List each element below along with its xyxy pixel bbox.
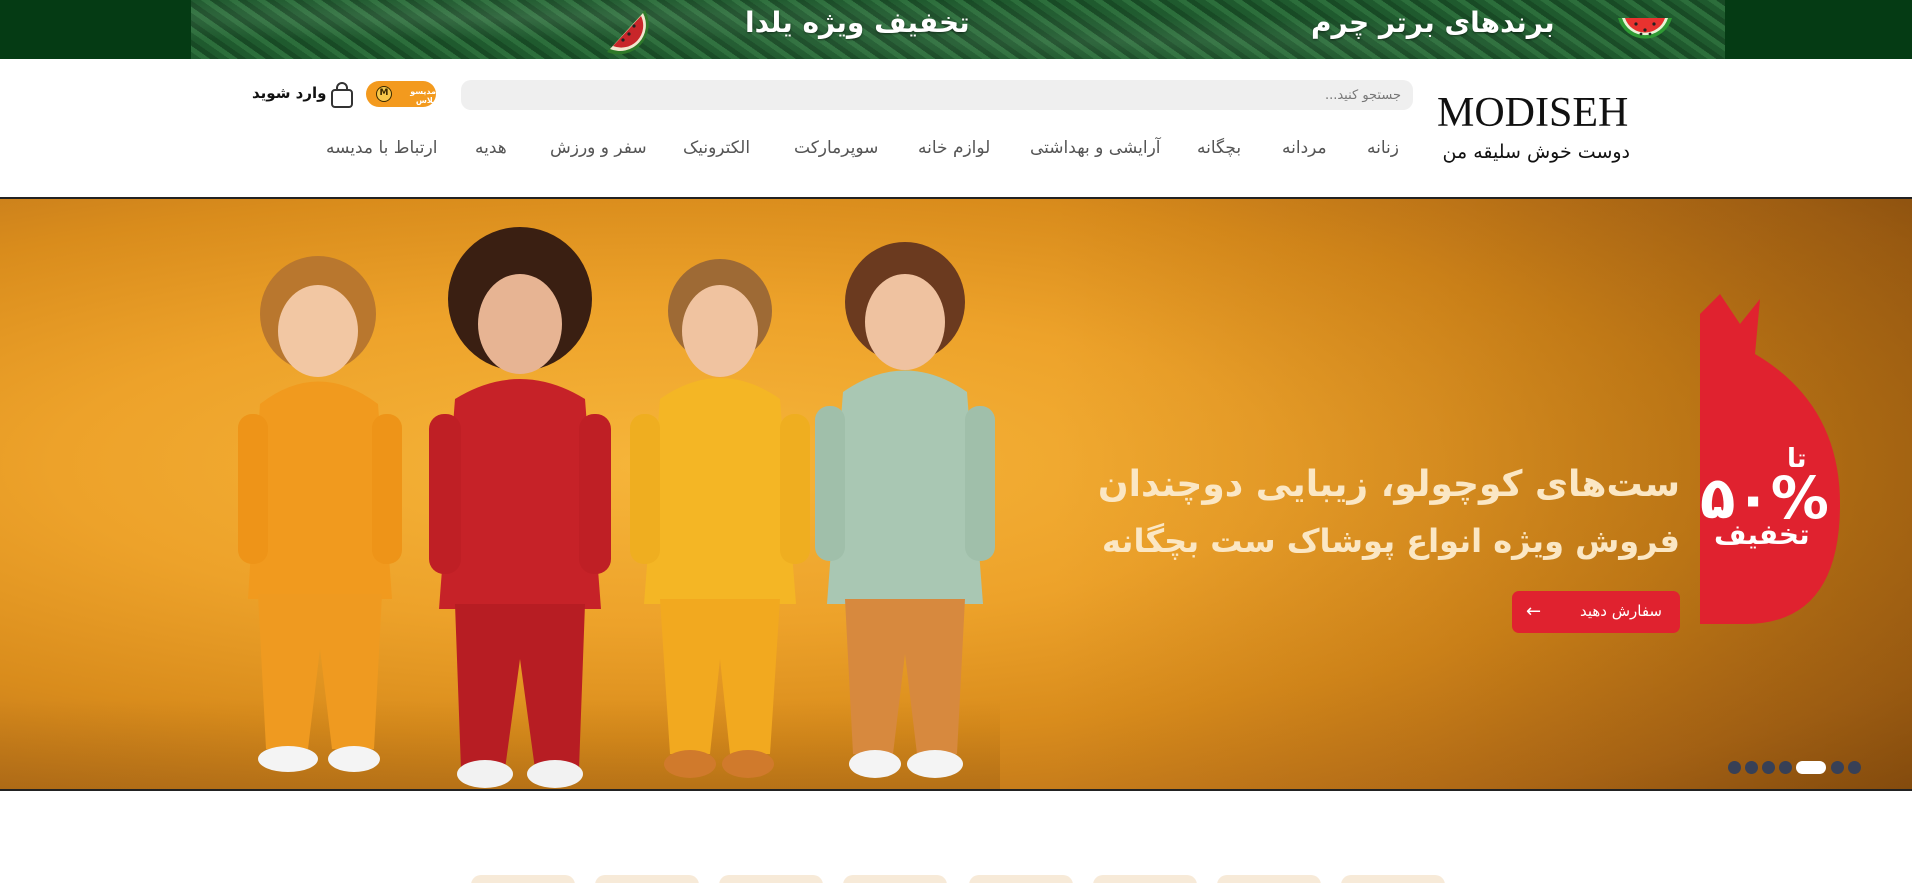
slider-dot[interactable] [1745, 761, 1758, 774]
login-link[interactable]: وارد شوید [252, 84, 326, 102]
nav-item-women[interactable]: زنانه [1367, 138, 1399, 158]
kid-yellow-image [630, 259, 810, 778]
watermelon-icon [1618, 18, 1672, 39]
promo-text-yalda: تخفیف ویژه یلدا [745, 6, 970, 39]
site-tagline: دوست خوش سلیقه من [1442, 141, 1630, 163]
hero-slider[interactable]: تا ۵۰% تخفیف ست‌های کوچولو، زیبایی دوچند… [0, 199, 1912, 791]
slider-dot[interactable] [1848, 761, 1861, 774]
nav-item-supermarket[interactable]: سوپرمارکت [794, 138, 878, 158]
category-thumb[interactable] [719, 875, 823, 883]
site-logo[interactable]: MODISEH [1437, 89, 1632, 136]
nav-item-electronics[interactable]: الکترونیک [683, 138, 750, 158]
promo-banner-image: برندهای برتر چرم تخفیف ویژه یلدا [191, 0, 1725, 59]
modiseh-plus-badge[interactable]: M مدیسو پلاس [366, 81, 436, 107]
logo-wordmark: MODISEH [1437, 90, 1629, 136]
nav-item-men[interactable]: مردانه [1282, 138, 1327, 158]
slider-dot-active[interactable] [1796, 761, 1826, 774]
category-thumb[interactable] [1341, 875, 1445, 883]
arrow-left-icon: ← [1526, 601, 1542, 622]
category-thumb[interactable] [969, 875, 1073, 883]
coin-icon: M [376, 86, 392, 102]
kid-red-image [429, 227, 611, 788]
category-thumb[interactable] [1217, 875, 1321, 883]
promo-banner[interactable]: برندهای برتر چرم تخفیف ویژه یلدا [0, 0, 1912, 59]
watermelon-slice-icon [607, 10, 649, 55]
hero-title: ست‌های کوچولو، زیبایی دوچندان [1097, 464, 1680, 505]
slider-dot[interactable] [1762, 761, 1775, 774]
category-thumb[interactable] [843, 875, 947, 883]
category-thumb[interactable] [471, 875, 575, 883]
promo-text-brands: برندهای برتر چرم [1311, 6, 1555, 39]
kid-mint-image [815, 242, 995, 778]
order-button[interactable]: سفارش دهید ← [1512, 591, 1680, 633]
slider-dot[interactable] [1831, 761, 1844, 774]
site-header: MODISEH دوست خوش سلیقه من M مدیسو پلاس و… [0, 59, 1912, 199]
kid-orange-image [238, 256, 402, 772]
search-input[interactable] [461, 80, 1413, 110]
nav-item-beauty[interactable]: آرایشی و بهداشتی [1030, 138, 1161, 158]
hero-subtitle: فروش ویژه انواع پوشاک ست بچگانه [1102, 522, 1680, 560]
nav-item-contact[interactable]: ارتباط با مدیسه [326, 138, 437, 158]
order-button-label: سفارش دهید [1579, 602, 1662, 620]
slider-dot[interactable] [1779, 761, 1792, 774]
nav-item-travel-sport[interactable]: سفر و ورزش [550, 138, 647, 158]
nav-item-home[interactable]: لوازم خانه [918, 138, 990, 158]
discount-word: تخفیف [1714, 518, 1810, 551]
badge-label: مدیسو پلاس [410, 87, 436, 105]
category-thumb[interactable] [1093, 875, 1197, 883]
shopping-bag-icon[interactable] [329, 81, 355, 109]
slider-dot[interactable] [1728, 761, 1741, 774]
category-thumb[interactable] [595, 875, 699, 883]
nav-item-kids[interactable]: بچگانه [1197, 138, 1241, 158]
nav-item-gift[interactable]: هدیه [475, 138, 507, 158]
